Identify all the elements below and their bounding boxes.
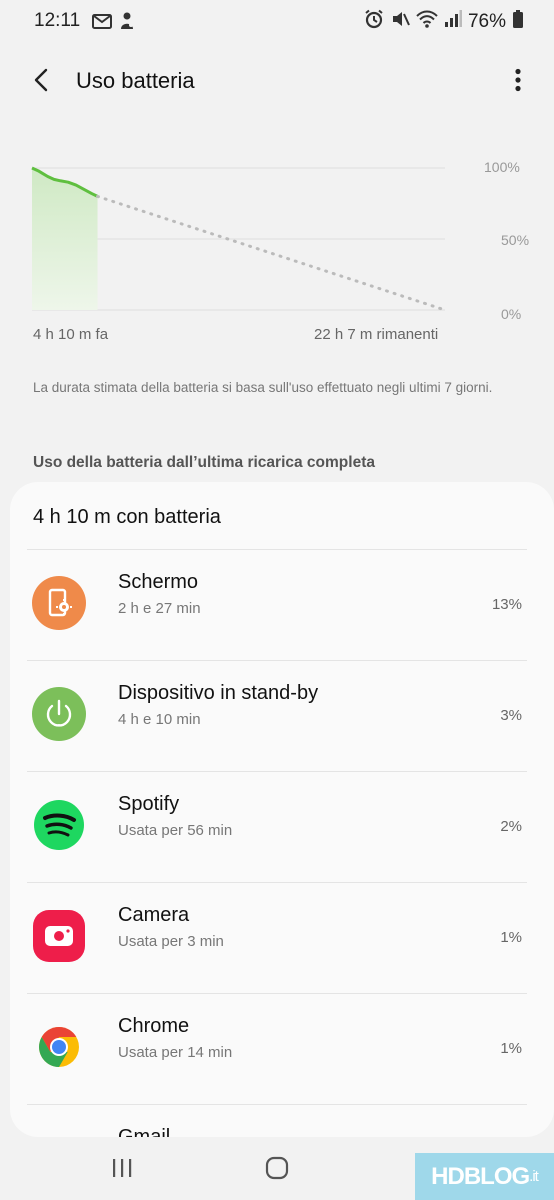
list-item-spotify[interactable]: Spotify Usata per 56 min 2% (10, 772, 554, 882)
battery-icon (512, 9, 524, 34)
ytick-100: 100% (484, 159, 520, 175)
projection-line (96, 194, 447, 312)
battery-percent: 76% (467, 10, 506, 32)
screen-brightness-icon (32, 576, 86, 630)
x-label-end: 22 h 7 m rimanenti (314, 326, 439, 343)
recents-icon (111, 1158, 133, 1183)
spotify-icon (32, 798, 86, 852)
app-usage-time: 4 h e 10 min (118, 711, 201, 728)
notification-icon (118, 11, 136, 36)
app-usage-time: Usata per 56 min (118, 822, 233, 839)
recents-button[interactable] (102, 1154, 142, 1186)
list-item-gmail[interactable]: Gmail (10, 1105, 554, 1137)
usage-card: 4 h 10 m con batteria Schermo 2 h e 27 m… (10, 482, 554, 1137)
home-icon (265, 1156, 289, 1185)
alarm-icon (364, 9, 384, 34)
list-item-standby[interactable]: Dispositivo in stand-by 4 h e 10 min 3% (10, 661, 554, 771)
estimate-note: La durata stimata della batteria si basa… (33, 380, 493, 395)
usage-summary: 4 h 10 m con batteria (33, 506, 221, 528)
app-usage-time: Usata per 3 min (118, 933, 224, 950)
page-title: Uso batteria (76, 68, 195, 93)
app-name: Dispositivo in stand-by (118, 682, 319, 704)
app-percent: 13% (491, 596, 522, 613)
section-heading: Uso della batteria dall’ultima ricarica … (33, 454, 375, 471)
list-item-chrome[interactable]: Chrome Usata per 14 min 1% (10, 994, 554, 1104)
list-item-schermo[interactable]: Schermo 2 h e 27 min 13% (10, 550, 554, 660)
x-label-start: 4 h 10 m fa (33, 326, 109, 343)
gmail-icon (92, 11, 112, 36)
app-name: Spotify (118, 793, 180, 815)
signal-icon (444, 9, 462, 34)
app-name: Gmail (118, 1126, 171, 1137)
app-percent: 1% (500, 1040, 522, 1057)
watermark-logo: HDBLOG .it (415, 1153, 554, 1200)
home-button[interactable] (257, 1154, 297, 1186)
chrome-icon (32, 1020, 86, 1074)
battery-chart: 100% 50% 0% 4 h 10 m fa 22 h 7 m rimanen… (0, 140, 554, 360)
more-vertical-icon (515, 68, 521, 97)
arrow-back-icon (32, 68, 52, 97)
list-item-camera[interactable]: Camera Usata per 3 min 1% (10, 883, 554, 993)
camera-icon (32, 909, 86, 963)
status-time: 12:11 (34, 10, 81, 31)
app-bar: Uso batteria (0, 50, 554, 112)
watermark-main: HDBLOG (431, 1162, 530, 1190)
app-name: Chrome (118, 1015, 190, 1037)
ytick-0: 0% (501, 306, 522, 322)
mute-icon (390, 9, 410, 34)
app-name: Camera (118, 904, 190, 926)
app-usage-time: 2 h e 27 min (118, 600, 201, 617)
usage-area (32, 168, 98, 310)
wifi-icon (416, 9, 438, 34)
app-usage-time: Usata per 14 min (118, 1044, 233, 1061)
app-percent: 1% (500, 929, 522, 946)
app-name: Schermo (118, 571, 199, 593)
back-button[interactable] (22, 62, 62, 102)
more-options-button[interactable] (506, 62, 530, 102)
status-bar: 12:11 76% (0, 0, 554, 44)
app-percent: 3% (500, 707, 522, 724)
ytick-50: 50% (501, 232, 530, 248)
power-icon (32, 687, 86, 741)
app-percent: 2% (500, 818, 522, 835)
watermark-suffix: .it (529, 1168, 539, 1185)
